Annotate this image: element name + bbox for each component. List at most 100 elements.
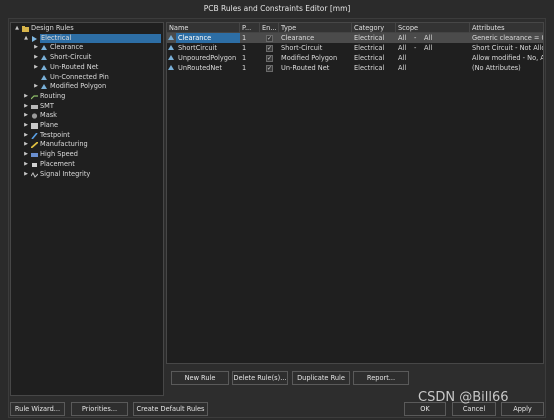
priority-cell[interactable]: 1	[240, 43, 260, 53]
tree-item-smt[interactable]: ▶ SMT	[23, 102, 161, 112]
tree-label: Manufacturing	[40, 140, 88, 149]
table-row[interactable]: UnpouredPolygon 1 ✓ Modified Polygon Ele…	[167, 53, 544, 63]
tree-label: Short-Circuit	[50, 53, 92, 62]
tree-label: SMT	[40, 101, 54, 110]
scope-separator: -	[414, 34, 417, 42]
priorities-button[interactable]: Priorities...	[71, 402, 128, 416]
rule-icon	[41, 84, 47, 90]
type-cell: Short-Circuit	[281, 44, 323, 52]
tree-label: Signal Integrity	[40, 169, 91, 178]
create-default-rules-button[interactable]: Create Default Rules	[133, 402, 208, 416]
expand-arrow-icon[interactable]: ▶	[23, 121, 29, 131]
table-row[interactable]: Clearance 1 ✓ Clearance Electrical All -…	[167, 33, 543, 43]
delete-rules-button[interactable]: Delete Rule(s)...	[232, 371, 288, 385]
tree-item-high-speed[interactable]: ▶ High Speed	[23, 150, 161, 160]
grid-header: Name P... En... Type Category Scope Attr…	[167, 23, 543, 33]
table-row[interactable]: UnRoutedNet 1 ✓ Un-Routed Net Electrical…	[167, 63, 543, 73]
placement-icon	[32, 162, 37, 167]
scope-second-cell	[422, 53, 470, 63]
tree-label: Clearance	[50, 43, 84, 52]
tree-item-testpoint[interactable]: ▶ Testpoint	[23, 131, 161, 141]
duplicate-rule-button[interactable]: Duplicate Rule	[292, 371, 350, 385]
enabled-checkbox[interactable]: ✓	[266, 35, 273, 42]
column-header-scope[interactable]: Scope	[396, 23, 470, 33]
tree-label: High Speed	[40, 150, 78, 159]
expand-arrow-icon[interactable]: ▶	[23, 140, 29, 150]
tree-item-design-rules[interactable]: ▲ Design Rules	[14, 24, 162, 34]
rule-icon	[168, 55, 174, 60]
tree-item-plane[interactable]: ▶ Plane	[23, 121, 161, 131]
tree-item-electrical[interactable]: ▲ Electrical	[23, 33, 161, 44]
category-cell: Electrical	[354, 44, 385, 52]
rule-name-cell[interactable]: Clearance	[176, 33, 240, 43]
expand-arrow-icon[interactable]: ▶	[23, 160, 29, 170]
tree-label: Placement	[40, 159, 75, 168]
expand-arrow-icon[interactable]: ▶	[23, 102, 29, 112]
scope-second-cell	[422, 63, 470, 73]
tree-label: Electrical	[40, 33, 161, 44]
report-button[interactable]: Report...	[353, 371, 409, 385]
rule-wizard-button[interactable]: Rule Wizard...	[10, 402, 65, 416]
rule-name-cell[interactable]: UnRoutedNet	[176, 63, 240, 73]
column-header-priority[interactable]: P...	[240, 23, 260, 33]
enabled-checkbox[interactable]: ✓	[266, 55, 273, 62]
tree-item-modified-polygon[interactable]: ▶ Modified Polygon	[33, 82, 159, 92]
tree-label: Mask	[40, 111, 57, 120]
table-row[interactable]: ShortCircuit 1 ✓ Short-Circuit Electrica…	[167, 43, 543, 53]
tree-item-signal-integrity[interactable]: ▶ Signal Integrity	[23, 170, 161, 180]
rule-icon	[41, 74, 47, 80]
column-header-attributes[interactable]: Attributes	[470, 23, 543, 33]
tree-item-short-circuit[interactable]: ▶ Short-Circuit	[33, 53, 159, 63]
rule-name-cell[interactable]: UnpouredPolygon	[176, 53, 240, 63]
category-cell: Electrical	[354, 64, 385, 72]
tree-label: Plane	[40, 121, 59, 129]
signal-integrity-icon	[31, 171, 38, 178]
enabled-checkbox[interactable]: ✓	[266, 65, 273, 72]
smt-icon	[31, 104, 38, 109]
expand-arrow-icon[interactable]: ▶	[33, 43, 39, 53]
tree-item-clearance[interactable]: ▶ Clearance	[33, 43, 159, 53]
column-header-category[interactable]: Category	[352, 23, 396, 33]
scope-second-cell: All	[424, 34, 433, 42]
expand-arrow-icon[interactable]: ▶	[33, 53, 39, 63]
attributes-cell: Allow modified - No, A	[472, 54, 544, 62]
column-header-type[interactable]: Type	[279, 23, 352, 33]
collapse-arrow-icon[interactable]: ▲	[14, 24, 20, 34]
collapse-arrow-icon[interactable]: ▲	[23, 34, 29, 44]
tree-label: Un-Connected Pin	[50, 72, 109, 81]
priority-cell[interactable]: 1	[240, 53, 260, 63]
tree-label: Routing	[40, 91, 66, 100]
tree-item-placement[interactable]: ▶ Placement	[23, 160, 161, 170]
watermark-text: CSDN @Bill66	[418, 390, 509, 405]
expand-arrow-icon[interactable]: ▶	[23, 111, 29, 121]
tree-item-un-connected-pin[interactable]: Un-Connected Pin	[33, 73, 159, 83]
priority-cell[interactable]: 1	[240, 33, 260, 43]
rules-tree[interactable]: ▲ Design Rules ▲ Electrical ▶ Clearance …	[10, 22, 164, 396]
column-header-enabled[interactable]: En...	[260, 23, 279, 33]
rule-icon	[168, 45, 174, 50]
type-cell: Un-Routed Net	[281, 64, 330, 72]
tree-item-mask[interactable]: ▶ Mask	[23, 111, 161, 121]
expand-arrow-icon[interactable]: ▶	[23, 92, 29, 102]
expand-arrow-icon[interactable]: ▶	[33, 63, 39, 73]
priority-cell[interactable]: 1	[240, 63, 260, 73]
rule-name-cell[interactable]: ShortCircuit	[176, 43, 240, 53]
type-cell: Modified Polygon	[281, 54, 338, 62]
scope-first-cell: All	[398, 64, 407, 72]
rule-icon	[41, 64, 47, 70]
testpoint-icon	[31, 132, 38, 139]
expand-arrow-icon[interactable]: ▶	[33, 82, 39, 92]
expand-arrow-icon[interactable]: ▶	[23, 150, 29, 160]
column-header-name[interactable]: Name	[167, 23, 240, 33]
tree-item-routing[interactable]: ▶ Routing	[23, 92, 161, 102]
new-rule-button[interactable]: New Rule	[171, 371, 229, 385]
expand-arrow-icon[interactable]: ▶	[23, 131, 29, 141]
tree-item-manufacturing[interactable]: ▶ Manufacturing	[23, 140, 161, 150]
expand-arrow-icon[interactable]: ▶	[23, 170, 29, 180]
tree-item-un-routed-net[interactable]: ▶ Un-Routed Net	[33, 63, 159, 73]
window-title: PCB Rules and Constraints Editor [mm]	[0, 0, 554, 18]
tree-label: Testpoint	[40, 130, 70, 139]
scope-separator	[412, 63, 422, 73]
rules-grid[interactable]: Name P... En... Type Category Scope Attr…	[166, 22, 544, 364]
enabled-checkbox[interactable]: ✓	[266, 45, 273, 52]
